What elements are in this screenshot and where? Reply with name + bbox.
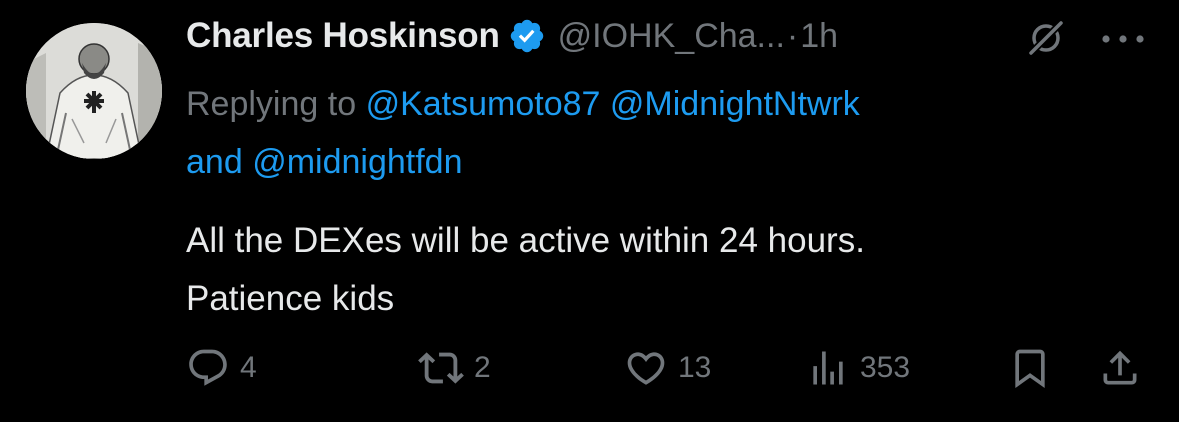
- separator-dot: ·: [786, 16, 799, 55]
- tweet-text: All the DEXes will be active within 24 h…: [186, 212, 1146, 328]
- reply-count: 4: [240, 351, 257, 384]
- share-icon: [1098, 346, 1142, 390]
- share-button[interactable]: [1098, 338, 1142, 398]
- mention-link[interactable]: @Katsumoto87: [366, 85, 601, 123]
- mention-connector: and: [186, 143, 243, 181]
- grok-icon[interactable]: [1026, 18, 1066, 58]
- mention-link[interactable]: @MidnightNtwrk: [610, 85, 860, 123]
- bookmark-icon: [1008, 346, 1052, 390]
- tweet-header: Charles Hoskinson @IOHK_Cha... · 1h: [186, 12, 1156, 60]
- author-name[interactable]: Charles Hoskinson: [186, 16, 500, 56]
- like-count: 13: [678, 351, 712, 384]
- views-icon: [806, 346, 850, 390]
- verified-badge-icon: [508, 17, 546, 55]
- retweet-icon: [418, 345, 464, 391]
- tweet-text-line: Patience kids: [186, 279, 395, 318]
- views-count: 353: [860, 351, 911, 384]
- retweet-button[interactable]: 2: [418, 338, 491, 398]
- author-handle[interactable]: @IOHK_Cha...: [558, 17, 785, 56]
- heart-icon: [624, 346, 668, 390]
- action-bar: 4 2 13 353: [186, 338, 1156, 398]
- replying-to: Replying to @Katsumoto87 @MidnightNtwrk …: [186, 75, 1146, 191]
- bookmark-button[interactable]: [1008, 338, 1052, 398]
- like-button[interactable]: 13: [624, 338, 711, 398]
- avatar[interactable]: [26, 23, 162, 159]
- mention-link[interactable]: @midnightfdn: [252, 143, 462, 181]
- tweet-timestamp[interactable]: 1h: [800, 17, 838, 56]
- reply-icon: [186, 346, 230, 390]
- more-icon[interactable]: [1100, 32, 1146, 44]
- retweet-count: 2: [474, 351, 491, 384]
- replying-to-label: Replying to: [186, 85, 357, 123]
- tweet-text-line: All the DEXes will be active within 24 h…: [186, 221, 865, 260]
- reply-button[interactable]: 4: [186, 338, 257, 398]
- views-button[interactable]: 353: [806, 338, 910, 398]
